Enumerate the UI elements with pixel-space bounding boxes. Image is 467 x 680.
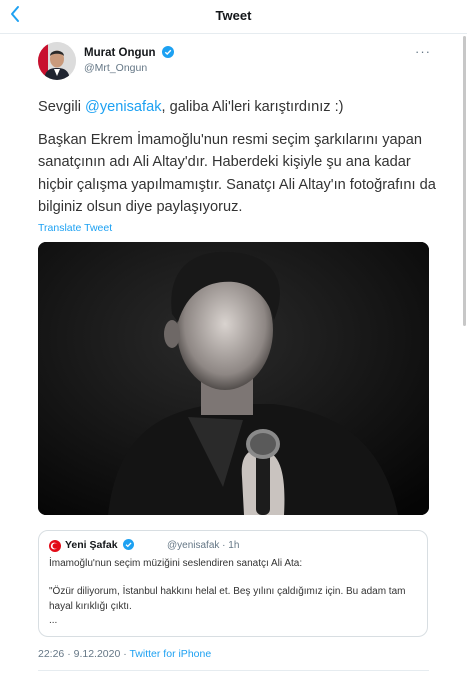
tweet-photo[interactable] <box>38 242 429 515</box>
tweet-meta: 22:26 · 9.12.2020 · Twitter for iPhone <box>38 648 211 660</box>
singer-photo <box>38 242 429 515</box>
greeting-suffix: , galiba Ali'leri karıştırdınız :) <box>161 99 344 115</box>
quoted-text-line2: "Özür diliyorum, İstanbul hakkını helal … <box>49 586 406 612</box>
scrollbar[interactable] <box>463 36 466 326</box>
quoted-text-line1: İmamoğlu'nun seçim müziğini seslendiren … <box>49 558 303 569</box>
tweet-text: Sevgili @yenisafak, galiba Ali'leri karı… <box>38 96 438 229</box>
mention-link[interactable]: @yenisafak <box>85 99 161 115</box>
quoted-tweet[interactable]: Yeni Şafak @yenisafak · 1h İmamoğlu'nun … <box>38 530 428 637</box>
translate-tweet-link[interactable]: Translate Tweet <box>38 222 112 234</box>
top-bar: Tweet <box>0 0 467 34</box>
yeni-safak-logo-icon <box>49 540 61 552</box>
quoted-ellipsis: ... <box>49 615 58 626</box>
greeting-prefix: Sevgili <box>38 99 86 115</box>
page-title: Tweet <box>215 8 252 23</box>
source-link[interactable]: Twitter for iPhone <box>129 648 211 660</box>
author-handle[interactable]: @Mrt_Ongun <box>84 62 147 74</box>
author-name[interactable]: Murat Ongun <box>84 46 174 59</box>
quoted-author-name: Yeni Şafak <box>65 539 135 551</box>
verified-icon <box>161 46 174 58</box>
quoted-handle-time: @yenisafak · 1h <box>167 540 240 551</box>
author-name-text: Murat Ongun <box>84 47 156 59</box>
verified-icon <box>123 539 135 550</box>
avatar[interactable] <box>38 42 76 80</box>
divider <box>38 670 429 671</box>
quoted-name-text: Yeni Şafak <box>65 539 118 551</box>
tweet-greeting: Sevgili @yenisafak, galiba Ali'leri karı… <box>38 96 438 119</box>
tweet-body: Başkan Ekrem İmamoğlu'nun resmi seçim şa… <box>38 131 436 216</box>
avatar-photo <box>38 42 76 80</box>
tweet-timestamp: 22:26 · 9.12.2020 · <box>38 648 130 660</box>
more-icon[interactable]: ··· <box>415 44 431 59</box>
